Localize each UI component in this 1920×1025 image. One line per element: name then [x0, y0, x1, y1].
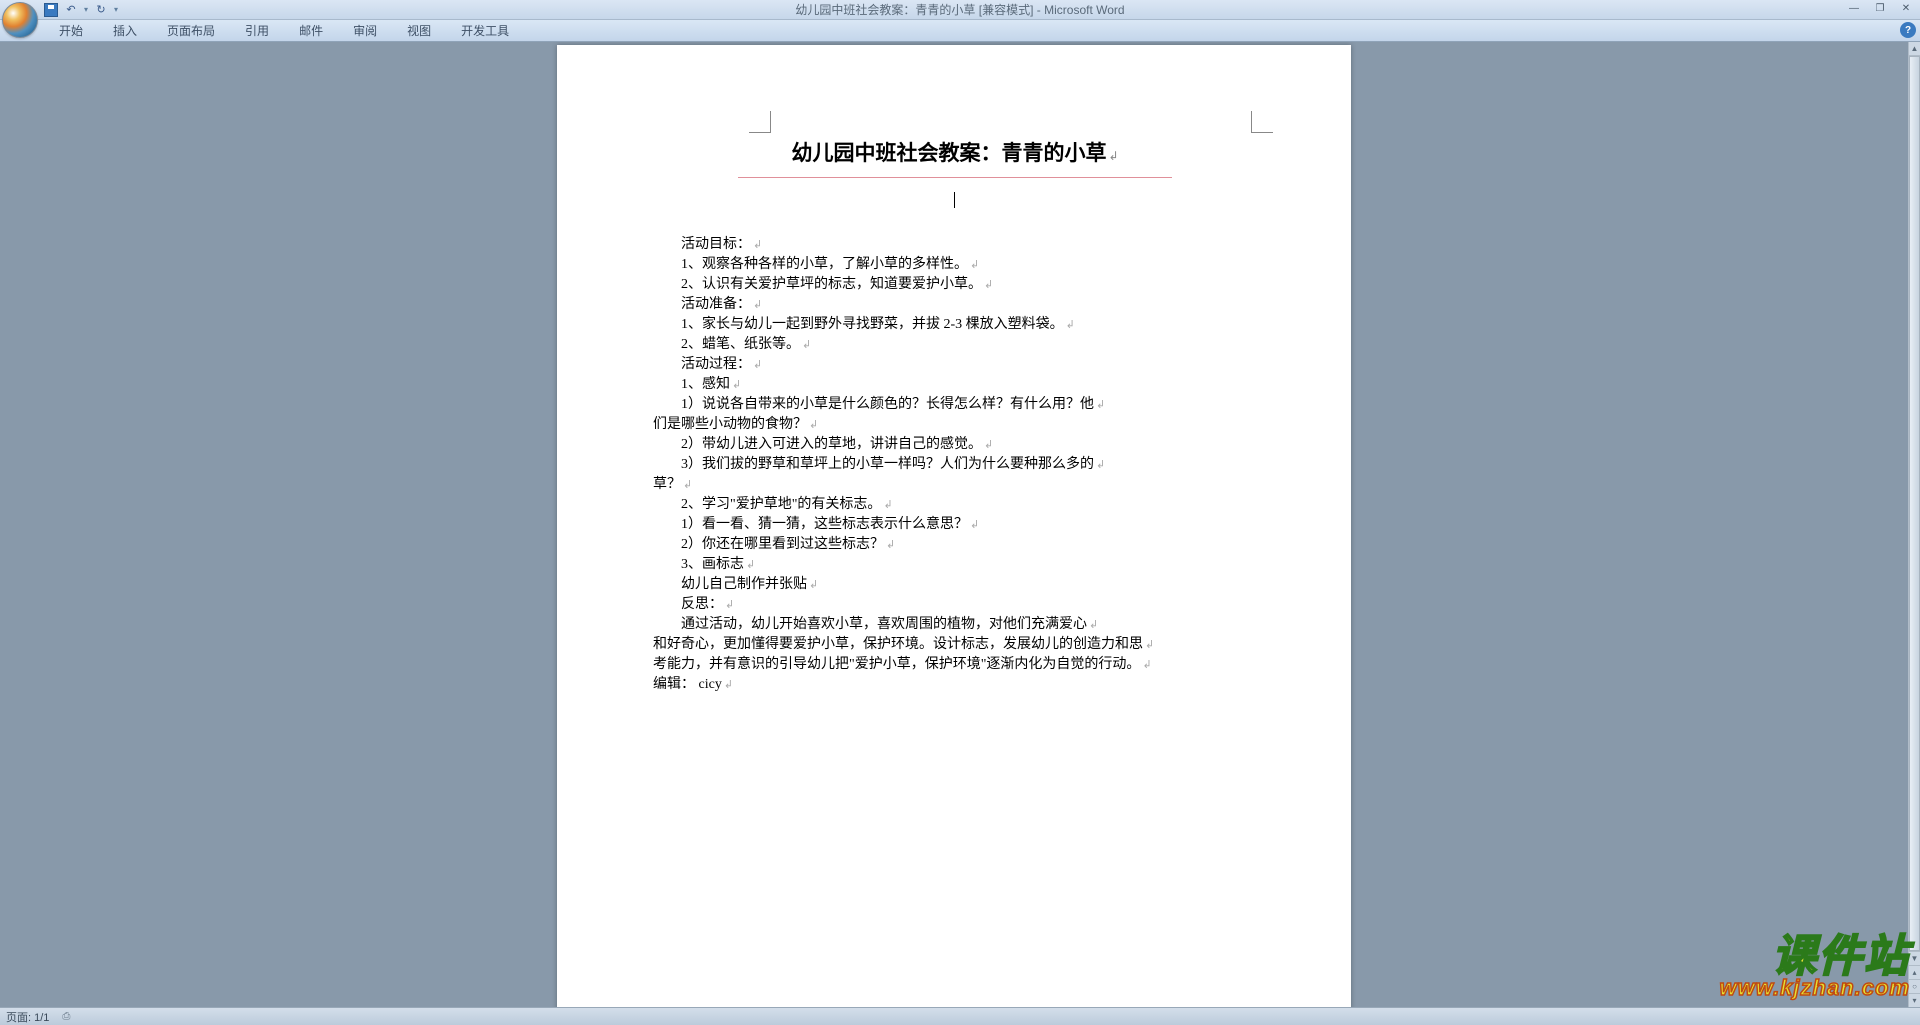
text-cursor: [954, 192, 955, 208]
body-line: 1、观察各种各样的小草，了解小草的多样性。↲: [653, 255, 1255, 275]
tab-developer[interactable]: 开发工具: [446, 20, 524, 41]
vertical-scrollbar: ▲ ▼ ▴ ○ ▾: [1908, 42, 1920, 1007]
tab-insert[interactable]: 插入: [98, 20, 152, 41]
body-line: 1）说说各自带来的小草是什么颜色的？长得怎么样？有什么用？他↲: [653, 395, 1255, 415]
page-count[interactable]: 页面: 1/1: [6, 1009, 49, 1025]
window-controls: — ❐ ✕: [1842, 1, 1918, 15]
body-line: 2）带幼儿进入可进入的草地，讲讲自己的感觉。↲: [653, 435, 1255, 455]
qat-customize[interactable]: ▾: [112, 2, 120, 18]
tab-references[interactable]: 引用: [230, 20, 284, 41]
window-title: 幼儿园中班社会教案：青青的小草 [兼容模式] - Microsoft Word: [0, 1, 1920, 18]
scroll-up-button[interactable]: ▲: [1909, 42, 1920, 56]
help-icon[interactable]: ?: [1900, 22, 1916, 38]
tab-view[interactable]: 视图: [392, 20, 446, 41]
ribbon-tabs: 开始 插入 页面布局 引用 邮件 审阅 视图 开发工具 ?: [0, 20, 1920, 42]
scroll-thumb[interactable]: [1909, 56, 1920, 951]
body-line: 和好奇心，更加懂得要爱护小草，保护环境。设计标志，发展幼儿的创造力和思↲: [653, 635, 1255, 655]
margin-corner-tl: [749, 111, 771, 133]
scroll-down-button[interactable]: ▼: [1909, 951, 1920, 965]
body-line: 活动过程：↲: [653, 355, 1255, 375]
body-line: 1）看一看、猜一猜，这些标志表示什么意思？↲: [653, 515, 1255, 535]
tab-review[interactable]: 审阅: [338, 20, 392, 41]
document-title: 幼儿园中班社会教案：青青的小草↲: [738, 137, 1171, 178]
save-icon: [44, 3, 58, 17]
prev-page-button[interactable]: ▴: [1909, 965, 1920, 979]
body-line: 3、画标志↲: [653, 555, 1255, 575]
document-name: 幼儿园中班社会教案：青青的小草 [兼容模式]: [795, 3, 1033, 17]
undo-dropdown[interactable]: ▾: [82, 2, 90, 18]
body-line: 反思：↲: [653, 595, 1255, 615]
document-body[interactable]: 活动目标：↲1、观察各种各样的小草，了解小草的多样性。↲2、认识有关爱护草坪的标…: [653, 235, 1255, 695]
status-icon[interactable]: ⎙: [59, 1010, 73, 1024]
redo-button[interactable]: ↻: [92, 2, 110, 18]
app-name: Microsoft Word: [1044, 3, 1124, 17]
tab-page-layout[interactable]: 页面布局: [152, 20, 230, 41]
save-button[interactable]: [42, 2, 60, 18]
browse-nav: ▴ ○ ▾: [1909, 965, 1920, 1007]
body-line: 活动准备：↲: [653, 295, 1255, 315]
body-line: 2、蜡笔、纸张等。↲: [653, 335, 1255, 355]
title-bar: ↶ ▾ ↻ ▾ 幼儿园中班社会教案：青青的小草 [兼容模式] - Microso…: [0, 0, 1920, 20]
body-line: 通过活动，幼儿开始喜欢小草，喜欢周围的植物，对他们充满爱心↲: [653, 615, 1255, 635]
body-line: 们是哪些小动物的食物？↲: [653, 415, 1255, 435]
body-line: 2）你还在哪里看到过这些标志？↲: [653, 535, 1255, 555]
next-page-button[interactable]: ▾: [1909, 993, 1920, 1007]
body-line: 3）我们拔的野草和草坪上的小草一样吗？人们为什么要种那么多的↲: [653, 455, 1255, 475]
margin-corner-tr: [1251, 111, 1273, 133]
document-viewport: 幼儿园中班社会教案：青青的小草↲ 活动目标：↲1、观察各种各样的小草，了解小草的…: [0, 42, 1908, 1007]
close-button[interactable]: ✕: [1894, 1, 1918, 15]
page[interactable]: 幼儿园中班社会教案：青青的小草↲ 活动目标：↲1、观察各种各样的小草，了解小草的…: [557, 45, 1351, 1007]
minimize-button[interactable]: —: [1842, 1, 1866, 15]
browse-object-button[interactable]: ○: [1909, 979, 1920, 993]
body-line: 编辑： cicy↲: [653, 675, 1255, 695]
undo-button[interactable]: ↶: [62, 2, 80, 18]
body-line: 活动目标：↲: [653, 235, 1255, 255]
body-line: 2、认识有关爱护草坪的标志，知道要爱护小草。↲: [653, 275, 1255, 295]
cursor-line: [653, 192, 1255, 213]
body-line: 草？↲: [653, 475, 1255, 495]
body-line: 1、感知↲: [653, 375, 1255, 395]
body-line: 考能力，并有意识的引导幼儿把"爱护小草，保护环境"逐渐内化为自觉的行动。↲: [653, 655, 1255, 675]
quick-access-toolbar: ↶ ▾ ↻ ▾: [42, 0, 120, 19]
tab-home[interactable]: 开始: [44, 20, 98, 41]
body-line: 1、家长与幼儿一起到野外寻找野菜，并拔 2-3 棵放入塑料袋。↲: [653, 315, 1255, 335]
body-line: 幼儿自己制作并张贴↲: [653, 575, 1255, 595]
office-button[interactable]: [2, 2, 38, 38]
maximize-button[interactable]: ❐: [1868, 1, 1892, 15]
status-bar: 页面: 1/1 ⎙: [0, 1007, 1920, 1025]
body-line: 2、学习"爱护草地"的有关标志。↲: [653, 495, 1255, 515]
tab-mailings[interactable]: 邮件: [284, 20, 338, 41]
